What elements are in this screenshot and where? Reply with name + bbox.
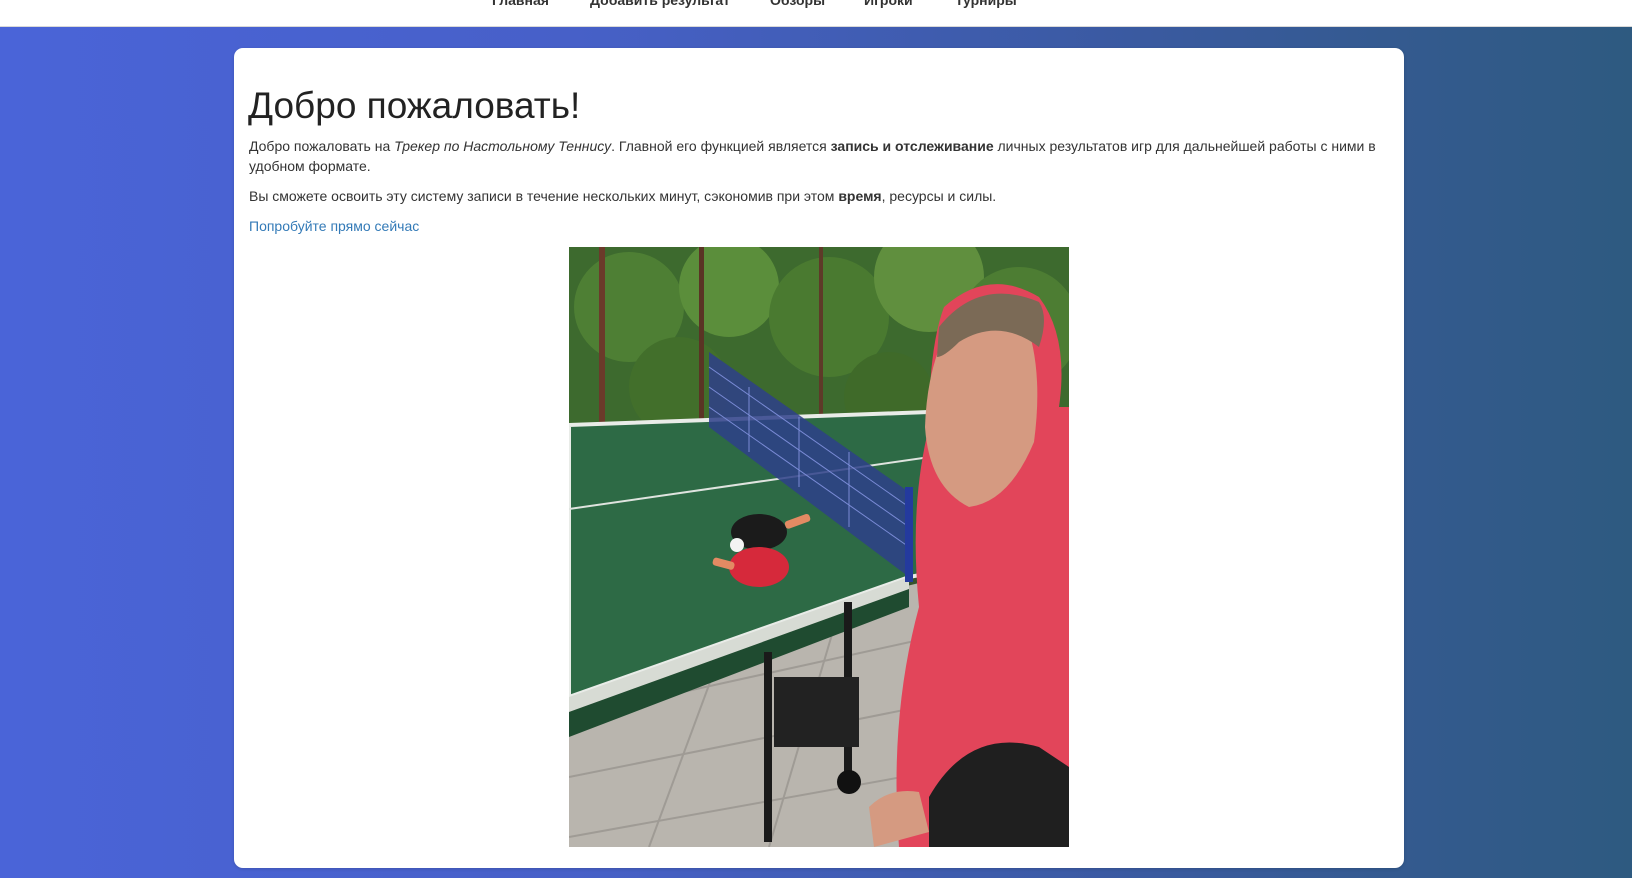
nav-link-home[interactable]: Главная bbox=[492, 0, 549, 8]
nav-link-players[interactable]: Игроки bbox=[864, 0, 913, 8]
intro-paragraph: Добро пожаловать на Трекер по Настольном… bbox=[249, 136, 1389, 176]
main-content-card: Добро пожаловать! Добро пожаловать на Тр… bbox=[234, 48, 1404, 868]
second-prefix: Вы сможете освоить эту систему записи в … bbox=[249, 188, 839, 204]
hero-photo bbox=[569, 247, 1069, 847]
nav-link-tournaments[interactable]: Турниры bbox=[955, 0, 1017, 8]
intro-middle: . Главной его функцией является bbox=[611, 138, 831, 154]
intro-emphasis: запись и отслеживание bbox=[830, 138, 994, 154]
second-emphasis: время bbox=[838, 188, 882, 204]
try-now-link[interactable]: Попробуйте прямо сейчас bbox=[249, 216, 419, 236]
second-suffix: , ресурсы и силы. bbox=[881, 188, 997, 204]
top-navbar: Главная Добавить результат Обзоры Игроки… bbox=[0, 0, 1632, 27]
nav-link-add-result[interactable]: Добавить результат bbox=[590, 0, 730, 8]
table-tennis-photo-illustration bbox=[569, 247, 1069, 847]
page-title: Добро пожаловать! bbox=[248, 85, 581, 126]
intro-prefix: Добро пожаловать на bbox=[249, 138, 395, 154]
site-name: Трекер по Настольному Теннису bbox=[394, 138, 612, 154]
second-paragraph: Вы сможете освоить эту систему записи в … bbox=[249, 186, 1389, 206]
nav-link-reviews[interactable]: Обзоры bbox=[770, 0, 825, 8]
